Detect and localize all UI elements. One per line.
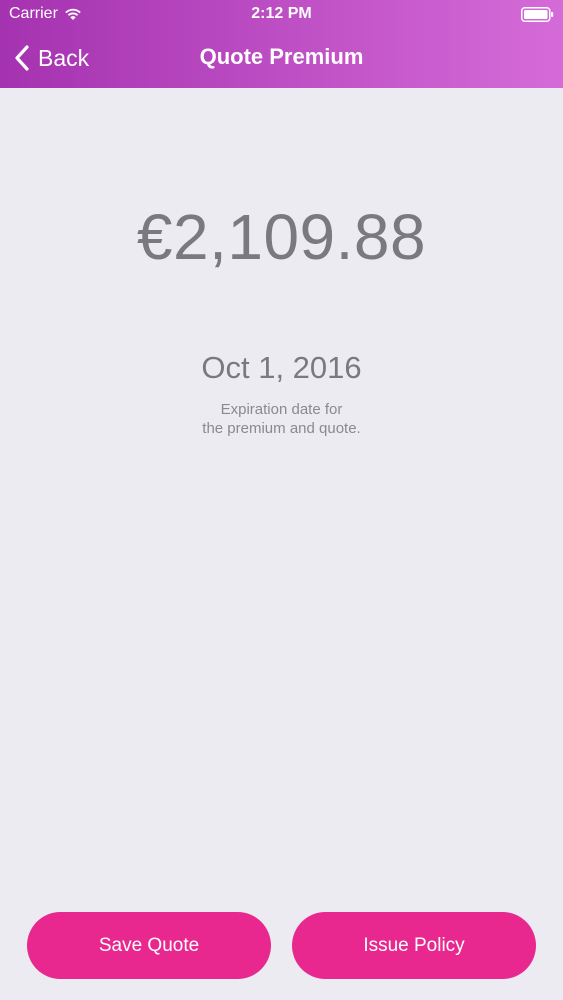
status-bar: Carrier 2:12 PM [0,0,563,28]
battery-icon [521,7,554,22]
header: Carrier 2:12 PM Back Quote Premium [0,0,563,88]
caption-line-1: Expiration date for [220,401,343,418]
expiration-date: Oct 1, 2016 [201,350,362,385]
status-time: 2:12 PM [251,5,312,22]
nav-bar: Back Quote Premium [0,28,563,88]
page-title: Quote Premium [199,44,364,69]
save-quote-button[interactable]: Save Quote [27,912,271,979]
issue-policy-button[interactable]: Issue Policy [292,912,536,979]
caption-line-2: the premium and quote. [202,420,361,437]
quote-premium-screen: Carrier 2:12 PM Back Quote Premium €2,10… [0,0,563,1000]
premium-amount: €2,109.88 [136,201,427,273]
expiration-caption: Expiration date for the premium and quot… [0,400,563,438]
